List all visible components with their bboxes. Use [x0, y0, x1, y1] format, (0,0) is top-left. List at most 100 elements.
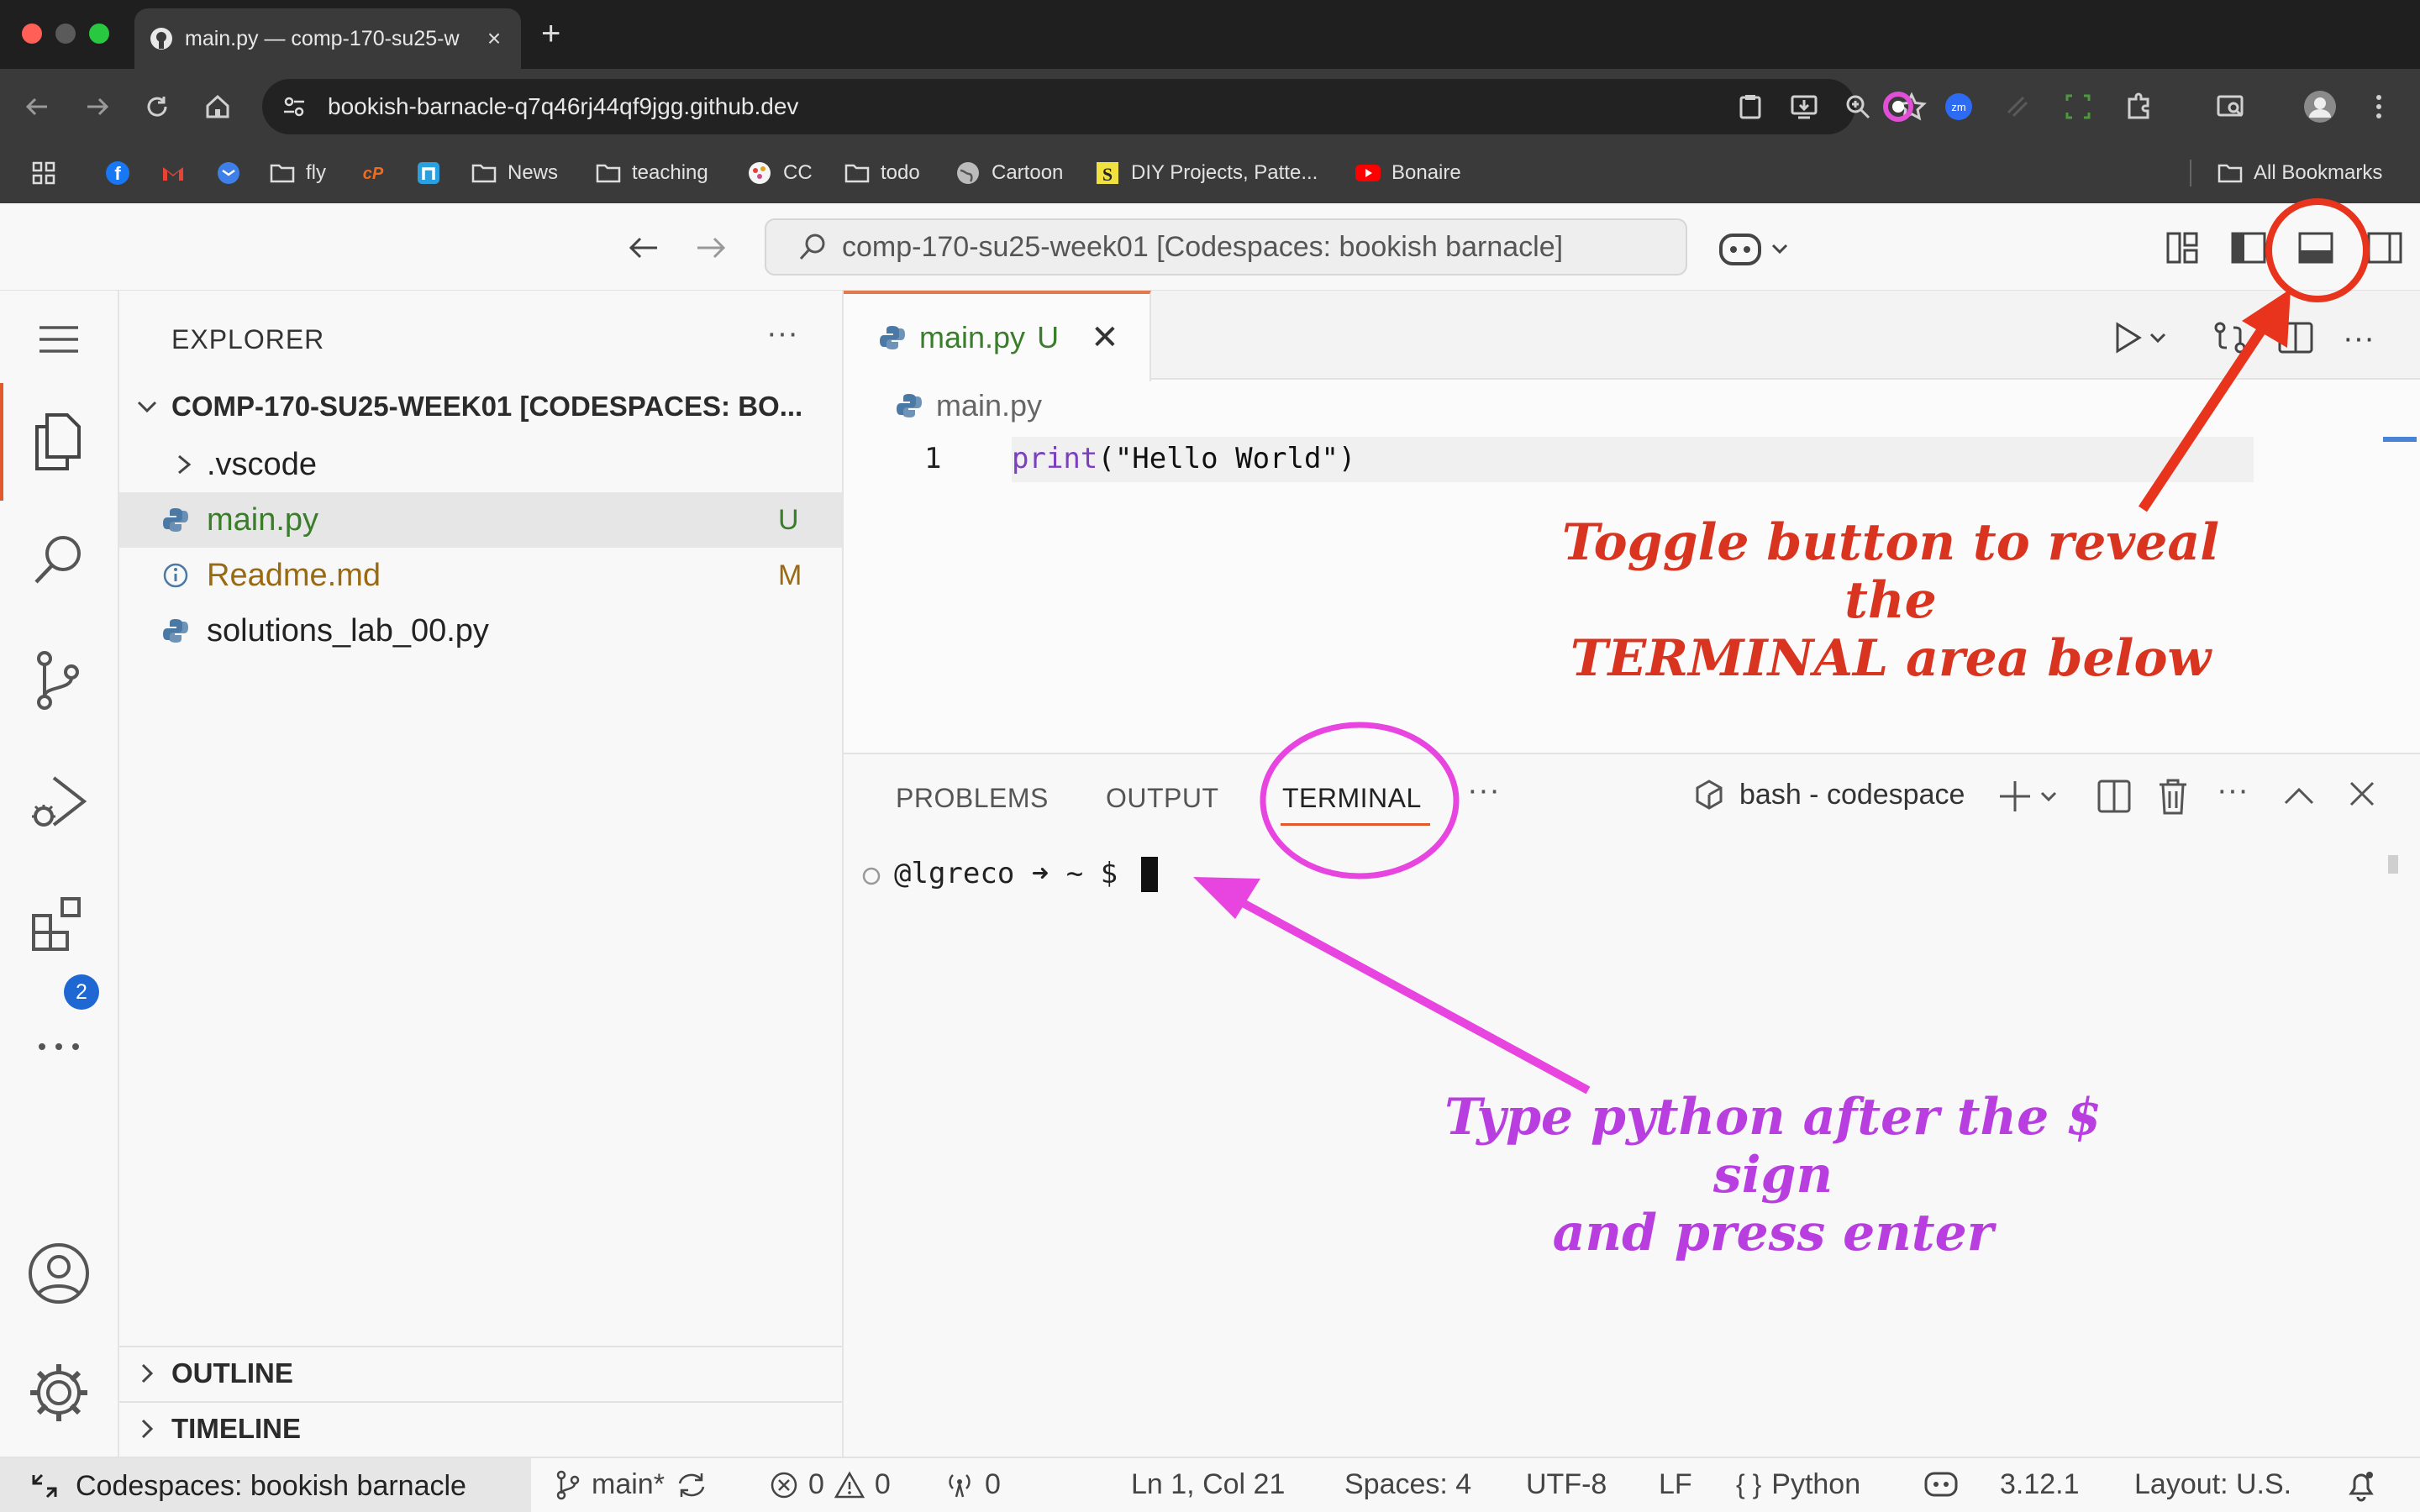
- address-bar[interactable]: bookish-barnacle-q7q46rj44qf9jgg.github.…: [262, 79, 1927, 134]
- file-item-solutions[interactable]: solutions_lab_00.py: [119, 603, 842, 659]
- tab-terminal[interactable]: TERMINAL: [1282, 783, 1422, 814]
- file-item-vscode[interactable]: .vscode: [119, 437, 842, 492]
- encoding[interactable]: UTF-8: [1526, 1468, 1607, 1501]
- problems-summary[interactable]: 0 0: [770, 1468, 891, 1501]
- more-views-icon[interactable]: [25, 1013, 92, 1080]
- maximize-window-button[interactable]: [89, 24, 109, 44]
- cursor-position[interactable]: Ln 1, Col 21: [1131, 1468, 1285, 1501]
- source-control-icon[interactable]: [25, 647, 92, 714]
- extensions-puzzle-icon[interactable]: [2121, 89, 2156, 124]
- reload-icon[interactable]: [139, 89, 175, 124]
- tab-problems[interactable]: PROBLEMS: [896, 783, 1049, 814]
- explorer-more-actions-icon[interactable]: ···: [766, 316, 798, 352]
- browser-tab[interactable]: main.py — comp-170-su25-w ×: [134, 8, 521, 69]
- code-line[interactable]: print("Hello World"): [1012, 442, 1355, 475]
- home-icon[interactable]: [200, 89, 235, 124]
- maximize-panel-icon[interactable]: [2282, 783, 2316, 808]
- bookmark-cc[interactable]: CC: [746, 160, 813, 186]
- indentation[interactable]: Spaces: 4: [1344, 1468, 1471, 1501]
- bookmark-diy[interactable]: S DIY Projects, Patte...: [1094, 160, 1318, 186]
- apps-grid-button[interactable]: [30, 160, 57, 186]
- bookmark-teaching[interactable]: teaching: [595, 160, 708, 186]
- manage-gear-icon[interactable]: [25, 1359, 92, 1426]
- go-forward-icon[interactable]: [691, 228, 729, 267]
- file-item-main-py[interactable]: main.py U: [119, 492, 842, 548]
- search-view-icon[interactable]: [25, 526, 92, 593]
- close-tab-icon[interactable]: ✕: [1091, 318, 1119, 357]
- extensions-icon[interactable]: [25, 890, 92, 958]
- kill-terminal-trash-icon[interactable]: [2156, 778, 2190, 815]
- customize-layout-icon[interactable]: [2165, 230, 2200, 265]
- breadcrumb[interactable]: main.py: [896, 388, 1042, 423]
- terminal-scrollbar[interactable]: [2388, 855, 2398, 874]
- ports-indicator[interactable]: 0: [944, 1468, 1001, 1501]
- bookmark-facebook[interactable]: f: [104, 160, 131, 186]
- git-branch[interactable]: main*: [555, 1468, 708, 1501]
- menu-icon[interactable]: [25, 306, 92, 373]
- bookmark-todo[interactable]: todo: [844, 160, 920, 186]
- forward-icon[interactable]: [79, 89, 114, 124]
- copilot-icon[interactable]: [1718, 227, 1793, 269]
- run-and-debug-icon[interactable]: [25, 769, 92, 837]
- command-center-search[interactable]: comp-170-su25-week01 [Codespaces: bookis…: [765, 218, 1687, 276]
- language-mode[interactable]: { } Python: [1736, 1468, 1860, 1501]
- close-tab-icon[interactable]: ×: [482, 25, 506, 52]
- bookmark-news[interactable]: News: [471, 160, 558, 186]
- editor-tab-main-py[interactable]: main.py U ✕: [844, 291, 1151, 381]
- python-interpreter[interactable]: 3.12.1: [2000, 1468, 2080, 1501]
- go-back-icon[interactable]: [625, 228, 664, 267]
- notifications-bell-icon[interactable]: [2344, 1468, 2378, 1502]
- bookmark-mail[interactable]: [215, 160, 242, 186]
- close-window-button[interactable]: [22, 24, 42, 44]
- panel-more-tabs-icon[interactable]: ···: [1467, 773, 1500, 809]
- bookmark-gmail[interactable]: [160, 160, 187, 186]
- close-panel-icon[interactable]: [2348, 780, 2376, 808]
- install-app-icon[interactable]: [1788, 91, 1820, 123]
- open-changes-icon[interactable]: [2212, 319, 2249, 356]
- toggle-primary-sidebar-icon[interactable]: [2230, 230, 2267, 265]
- bookmark-cp[interactable]: cP: [360, 160, 387, 186]
- new-tab-button[interactable]: +: [541, 13, 560, 54]
- site-settings-icon[interactable]: [281, 93, 308, 120]
- bookmark-fly[interactable]: fly: [269, 160, 326, 186]
- terminal-prompt[interactable]: @lgreco ➜ ~ $: [894, 857, 1118, 890]
- zoom-extension-icon[interactable]: zm: [1941, 89, 1976, 124]
- warning-count: 0: [874, 1468, 891, 1500]
- terminal-more-actions-icon[interactable]: ···: [2217, 773, 2249, 809]
- run-python-file-icon[interactable]: [2112, 321, 2171, 354]
- timeline-section[interactable]: TIMELINE: [119, 1401, 842, 1455]
- workspace-root-folder[interactable]: COMP-170-SU25-WEEK01 [CODESPACES: BO...: [119, 380, 842, 433]
- toggle-secondary-sidebar-icon[interactable]: [2366, 230, 2403, 265]
- sync-icon[interactable]: [675, 1470, 708, 1500]
- copilot-status[interactable]: [1924, 1468, 1958, 1499]
- zoom-icon[interactable]: [1842, 91, 1874, 123]
- remote-indicator[interactable]: Codespaces: bookish barnacle: [0, 1458, 531, 1512]
- extension-icon[interactable]: [2000, 89, 2035, 124]
- screenshot-extension-icon[interactable]: [2060, 89, 2096, 124]
- bookmark-bonaire[interactable]: Bonaire: [1355, 160, 1461, 186]
- file-item-readme[interactable]: Readme.md M: [119, 548, 842, 603]
- browser-menu-icon[interactable]: [2361, 89, 2396, 124]
- back-icon[interactable]: [20, 89, 55, 124]
- profile-avatar-icon[interactable]: [2302, 89, 2338, 124]
- accounts-icon[interactable]: [25, 1240, 92, 1307]
- tab-search-icon[interactable]: [2213, 89, 2249, 124]
- split-terminal-icon[interactable]: [2097, 780, 2131, 813]
- editor-more-actions-icon[interactable]: ···: [2343, 321, 2375, 357]
- explorer-files-icon[interactable]: [25, 408, 92, 475]
- minimap[interactable]: [2383, 437, 2417, 442]
- bookmark-n[interactable]: [415, 160, 442, 186]
- minimize-window-button[interactable]: [55, 24, 76, 44]
- tab-output[interactable]: OUTPUT: [1106, 783, 1219, 814]
- all-bookmarks-button[interactable]: All Bookmarks: [2217, 160, 2382, 186]
- end-of-line[interactable]: LF: [1659, 1468, 1692, 1501]
- new-terminal-icon[interactable]: [1998, 780, 2065, 813]
- clipboard-icon[interactable]: [1734, 91, 1766, 123]
- keyboard-layout[interactable]: Layout: U.S.: [2134, 1468, 2291, 1501]
- terminal-selector[interactable]: bash - codespace: [1692, 778, 1965, 811]
- outline-section[interactable]: OUTLINE: [119, 1346, 842, 1399]
- split-editor-icon[interactable]: [2277, 321, 2314, 354]
- bookmark-cartoon[interactable]: Cartoon: [955, 160, 1063, 186]
- toggle-panel-icon[interactable]: [2297, 230, 2334, 265]
- color-extension-icon[interactable]: [1881, 89, 1916, 124]
